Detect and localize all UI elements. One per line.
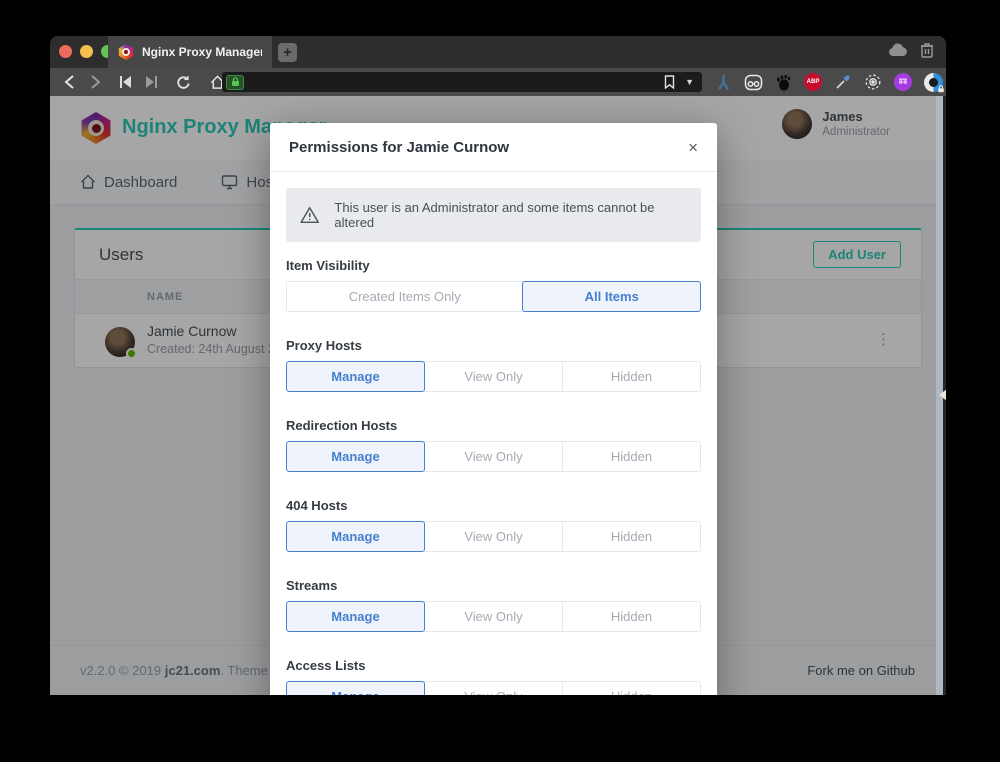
404-hosts-manage-button[interactable]: Manage: [286, 521, 425, 552]
page-viewport: Nginx Proxy Manager James Administrator …: [50, 96, 946, 695]
forward-button[interactable]: [82, 70, 108, 94]
redirection-hosts-section: Redirection Hosts Manage View Only Hidde…: [286, 418, 701, 472]
browser-tab[interactable]: Nginx Proxy Manager: [108, 36, 272, 68]
extension-icons: ABP: [712, 71, 944, 93]
adblock-plus-extension-icon[interactable]: ABP: [802, 71, 824, 93]
privacy-circle-extension-icon[interactable]: [922, 71, 944, 93]
proxy-hosts-section: Proxy Hosts Manage View Only Hidden: [286, 338, 701, 392]
proxy-hosts-manage-button[interactable]: Manage: [286, 361, 425, 392]
tab-title: Nginx Proxy Manager: [142, 45, 262, 59]
reload-button[interactable]: [170, 70, 196, 94]
warning-triangle-icon: [300, 206, 319, 224]
streams-hidden-button[interactable]: Hidden: [562, 601, 701, 632]
visibility-all-items-button[interactable]: All Items: [522, 281, 701, 312]
access-lists-manage-button[interactable]: Manage: [286, 681, 425, 695]
redirection-hosts-manage-button[interactable]: Manage: [286, 441, 425, 472]
tab-favicon: [118, 44, 134, 60]
browser-titlebar: Nginx Proxy Manager +: [50, 36, 946, 68]
streams-manage-button[interactable]: Manage: [286, 601, 425, 632]
trash-icon[interactable]: [920, 42, 934, 58]
redirection-hosts-hidden-button[interactable]: Hidden: [562, 441, 701, 472]
access-lists-section: Access Lists Manage View Only Hidden: [286, 658, 701, 695]
close-icon[interactable]: ×: [688, 139, 698, 156]
eyedropper-extension-icon[interactable]: [832, 71, 854, 93]
minimize-window-button[interactable]: [80, 45, 93, 58]
goggles-extension-icon[interactable]: [742, 71, 764, 93]
purple-extension-icon[interactable]: [892, 71, 914, 93]
alert-text: This user is an Administrator and some i…: [334, 200, 687, 230]
modal-title: Permissions for Jamie Curnow: [289, 139, 509, 156]
cloud-icon[interactable]: [888, 43, 908, 57]
close-window-button[interactable]: [59, 45, 72, 58]
mini-lock-badge-icon: [937, 85, 945, 93]
item-visibility-group: Created Items Only All Items: [286, 281, 701, 312]
proxy-hosts-hidden-button[interactable]: Hidden: [562, 361, 701, 392]
access-lists-hidden-button[interactable]: Hidden: [562, 681, 701, 695]
404-hosts-hidden-button[interactable]: Hidden: [562, 521, 701, 552]
https-lock-icon[interactable]: [226, 75, 244, 90]
streams-view-only-button[interactable]: View Only: [424, 601, 563, 632]
session-back-button[interactable]: [112, 70, 138, 94]
edge-arrow-indicator: [939, 389, 946, 401]
gear-atom-extension-icon[interactable]: [862, 71, 884, 93]
proxy-hosts-view-only-button[interactable]: View Only: [424, 361, 563, 392]
fork-extension-icon[interactable]: [712, 71, 734, 93]
back-button[interactable]: [56, 70, 82, 94]
item-visibility-label: Item Visibility: [286, 258, 701, 273]
browser-window: Nginx Proxy Manager +: [50, 36, 946, 695]
address-bar[interactable]: ▼: [222, 72, 702, 92]
gnome-foot-extension-icon[interactable]: [772, 71, 794, 93]
streams-section: Streams Manage View Only Hidden: [286, 578, 701, 632]
new-tab-button[interactable]: +: [278, 43, 297, 62]
session-forward-button[interactable]: [138, 70, 164, 94]
bookmark-icon[interactable]: [664, 75, 675, 89]
access-lists-view-only-button[interactable]: View Only: [424, 681, 563, 695]
browser-toolbar: ▼ ABP: [50, 68, 946, 96]
traffic-lights: [59, 45, 114, 58]
admin-warning-alert: This user is an Administrator and some i…: [286, 188, 701, 242]
screenshot-stage: Nginx Proxy Manager +: [0, 0, 1000, 762]
visibility-created-items-only-button[interactable]: Created Items Only: [286, 281, 523, 312]
404-hosts-view-only-button[interactable]: View Only: [424, 521, 563, 552]
redirection-hosts-view-only-button[interactable]: View Only: [424, 441, 563, 472]
404-hosts-section: 404 Hosts Manage View Only Hidden: [286, 498, 701, 552]
permissions-modal: Permissions for Jamie Curnow × This user…: [270, 123, 717, 695]
bookmark-dropdown-caret[interactable]: ▼: [685, 77, 694, 87]
